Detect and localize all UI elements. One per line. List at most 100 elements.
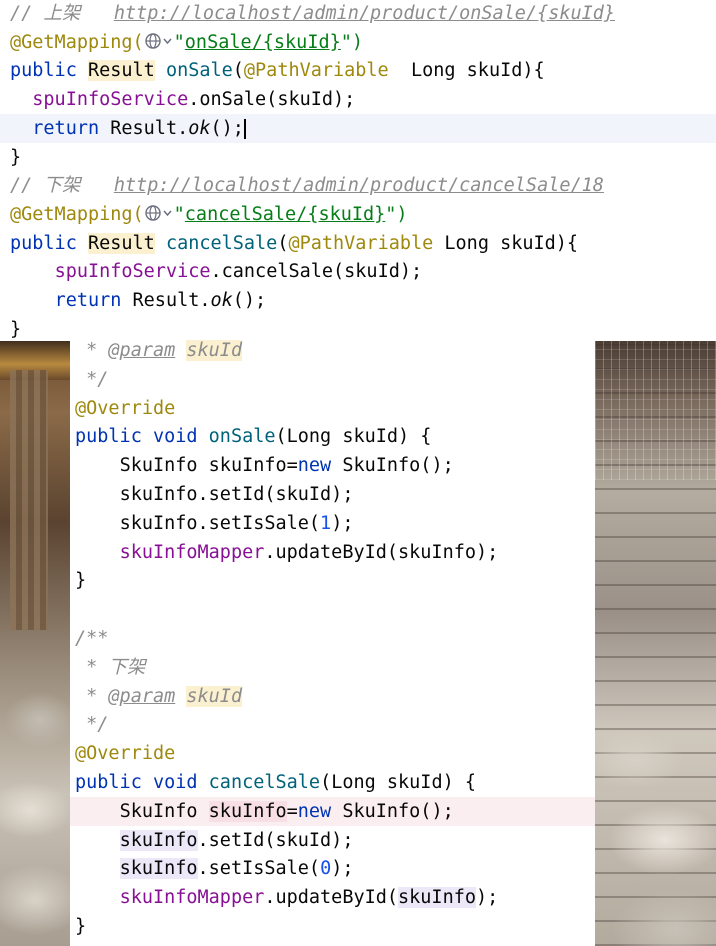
code-token: @param (108, 340, 176, 361)
code-token: (Long skuId) { (275, 426, 432, 448)
globe-dropdown-icon[interactable] (144, 31, 174, 51)
controller-code-editor[interactable]: // 上架 http://localhost/admin/product/onS… (0, 0, 716, 341)
code-token: return (32, 117, 111, 139)
code-token: skuInfo (119, 829, 198, 851)
code-line[interactable]: * 下架 (70, 653, 595, 682)
code-line[interactable]: SkuInfo skuInfo=new SkuInfo(); (70, 796, 595, 826)
code-token: } (10, 318, 22, 340)
code-token: (Long skuId) { (320, 772, 476, 793)
code-token: {skuId} (537, 3, 616, 24)
code-line[interactable]: spuInfoService.cancelSale(skuId); (0, 257, 716, 286)
code-line[interactable]: // 上架 http://localhost/admin/product/onS… (0, 0, 716, 28)
code-token: onSale/{skuId} (184, 31, 341, 53)
code-token: new (297, 800, 343, 822)
background-building (10, 370, 48, 630)
code-token: ); (331, 512, 354, 534)
code-token: (); (232, 290, 267, 311)
code-line[interactable]: @Override (70, 739, 595, 768)
code-token: SkuInfo(); (342, 800, 454, 822)
code-line[interactable]: @Override (70, 394, 595, 423)
code-token: ); (331, 858, 354, 880)
code-line[interactable]: spuInfoService.onSale(skuId); (0, 85, 716, 114)
code-line[interactable]: @GetMapping("cancelSale/{skuId}") (0, 200, 716, 229)
code-token: // 上架 (10, 3, 114, 24)
code-line[interactable]: } (70, 912, 595, 941)
code-token: Result. (132, 290, 211, 311)
code-line[interactable] (70, 595, 595, 624)
code-token: spuInfoService (32, 89, 189, 111)
code-line[interactable]: */ (70, 710, 595, 739)
code-token: onSale (208, 426, 276, 448)
code-token: " (173, 31, 185, 53)
code-line[interactable]: skuInfoMapper.updateById(skuInfo); (70, 883, 595, 912)
code-token: Result (87, 60, 155, 82)
code-token: skuInfo (208, 800, 287, 822)
code-token: skuInfo (119, 858, 198, 880)
code-token: Long skuId){ (433, 232, 579, 254)
code-line[interactable]: skuInfo.setId(skuId); (70, 480, 595, 509)
code-line[interactable]: skuInfo.setId(skuId); (70, 826, 595, 855)
code-token: } (75, 570, 87, 592)
code-token: SkuInfo skuInfo= (119, 455, 298, 477)
code-token: .setIsSale( (197, 858, 321, 880)
code-token: @PathVariable (243, 60, 389, 82)
code-token: @GetMapping( (10, 203, 144, 225)
code-line[interactable]: public void cancelSale(Long skuId) { (70, 768, 595, 797)
code-line[interactable]: SkuInfo skuInfo=new SkuInfo(); (70, 451, 595, 480)
service-impl-code-editor[interactable]: * @param skuId */ @Override public void on… (70, 340, 595, 946)
code-token: * 下架 (86, 656, 146, 678)
code-token: ( (277, 232, 289, 254)
code-token: SkuInfo(); (342, 455, 454, 477)
code-token: skuInfoMapper (119, 887, 265, 909)
code-token: skuId (186, 685, 243, 707)
code-token: ok (188, 117, 211, 139)
code-line[interactable]: return Result.ok(); (0, 113, 716, 143)
code-line[interactable]: skuInfo.setIsSale(1); (70, 509, 595, 538)
code-line[interactable]: public Result cancelSale(@PathVariable L… (0, 229, 716, 258)
code-line[interactable]: skuInfoMapper.updateById(skuInfo); (70, 538, 595, 567)
code-token: skuId (186, 340, 243, 361)
code-token: Long skuId){ (388, 60, 545, 82)
code-token: new (297, 455, 343, 477)
code-token: * (86, 340, 109, 361)
code-token: skuInfo (398, 887, 476, 909)
code-token: http://localhost/admin/product/onSale/ (113, 3, 538, 24)
code-token: 0 (320, 858, 332, 880)
code-token: public (10, 60, 88, 82)
code-token: Result (87, 232, 155, 254)
globe-dropdown-icon[interactable] (144, 203, 174, 223)
code-line[interactable]: skuInfo.setIsSale(0); (70, 854, 595, 883)
code-line[interactable]: } (70, 566, 595, 595)
code-token: /** (75, 628, 109, 649)
code-token: public (75, 426, 153, 448)
code-line[interactable]: */ (70, 365, 595, 394)
code-line[interactable]: // 下架 http://localhost/admin/product/can… (0, 171, 716, 200)
code-token: .cancelSale(skuId); (210, 261, 423, 283)
code-token: spuInfoService (54, 261, 211, 283)
code-token: */ (86, 714, 109, 736)
code-token: cancelSale/{skuId} (184, 203, 386, 225)
code-token: } (10, 146, 22, 168)
code-line[interactable]: } (0, 143, 716, 172)
code-token: void (152, 426, 209, 448)
code-line[interactable]: * @param skuId (70, 682, 595, 711)
code-line[interactable]: public Result onSale(@PathVariable Long … (0, 56, 716, 85)
code-line[interactable]: return Result.ok(); (0, 286, 716, 315)
code-line[interactable]: public void onSale(Long skuId) { (70, 422, 595, 451)
code-line[interactable]: * @param skuId (70, 336, 595, 365)
code-line[interactable]: @GetMapping("onSale/{skuId}") (0, 28, 716, 57)
background-photo-right (595, 340, 716, 946)
code-line[interactable]: /** (70, 624, 595, 653)
